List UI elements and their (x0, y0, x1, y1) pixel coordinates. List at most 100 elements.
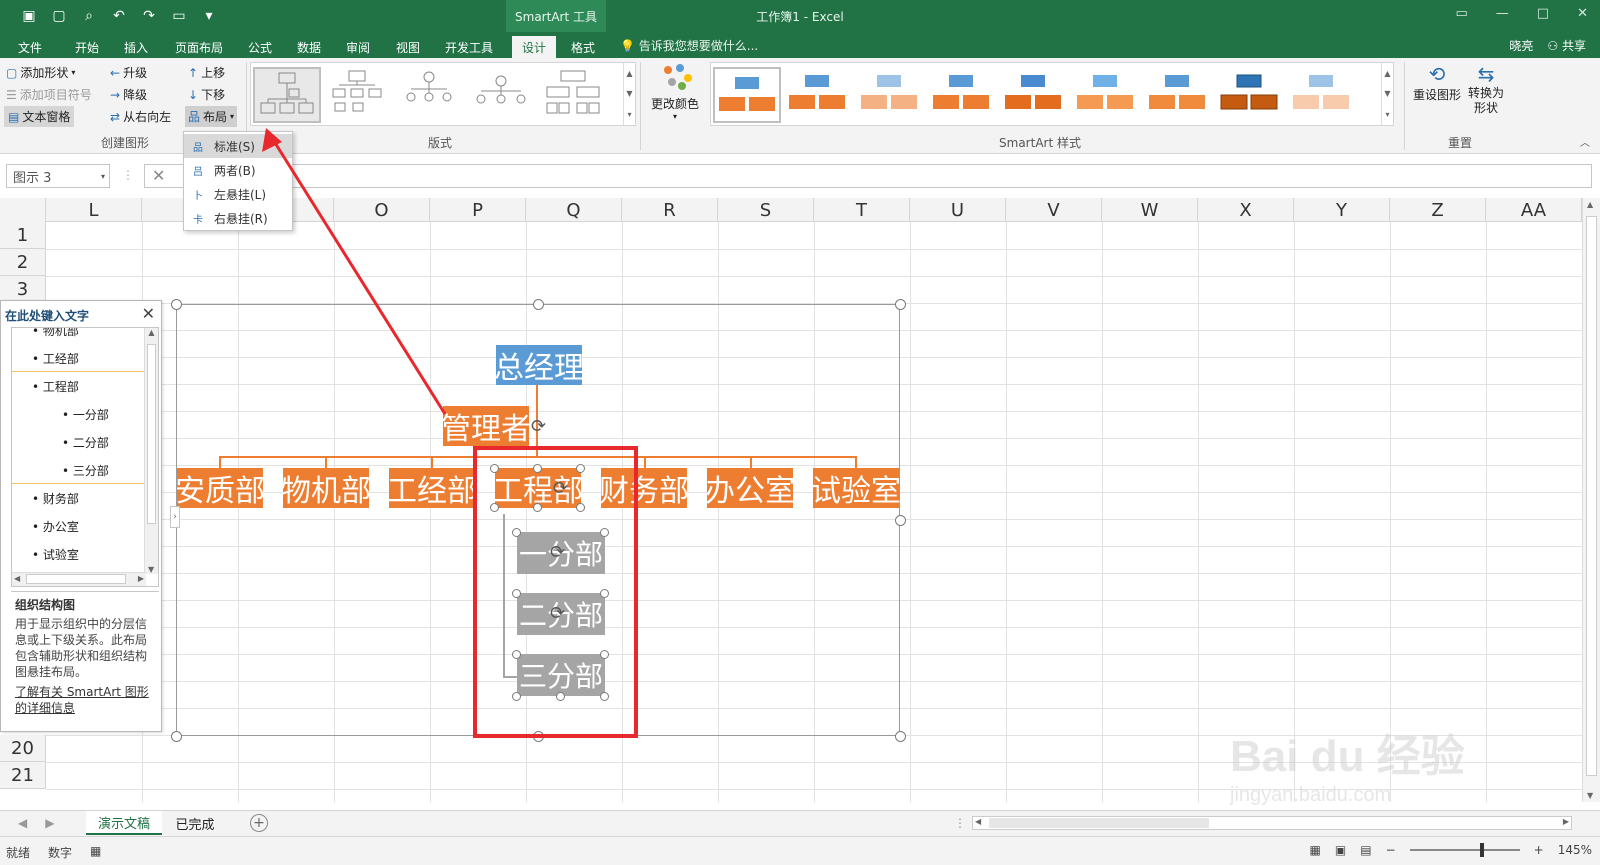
layout-thumb-table-hierarchy[interactable] (541, 67, 609, 123)
zoom-out-button[interactable]: − (1386, 843, 1396, 857)
list-item[interactable]: • 试验室 (32, 546, 79, 563)
learn-more-link[interactable]: 了解有关 SmartArt 图形的详细信息 (15, 684, 155, 716)
layout-button[interactable]: 品布局 ▾ (185, 106, 238, 127)
text-pane-hscroll[interactable]: ◀ ▶ (12, 572, 146, 586)
scroll-down-icon[interactable]: ▼ (1384, 89, 1390, 98)
splitter-grip-icon[interactable]: ⋮ (954, 816, 966, 830)
text-pane-list[interactable]: • 物机部 • 工经部 • 工程部 • 一分部 • 二分部 • 三分部 • 财务… (11, 327, 159, 587)
normal-view-icon[interactable]: ▦ (1310, 843, 1321, 857)
scroll-up-icon[interactable]: ▲ (145, 328, 158, 337)
smartart-node-top[interactable]: 总经理 (494, 345, 584, 386)
row-header[interactable]: 20 (0, 735, 46, 762)
collapse-ribbon-icon[interactable]: ︿ (1580, 134, 1590, 149)
layout-thumb-circle-picture[interactable] (469, 67, 537, 123)
close-icon[interactable]: ✕ (142, 304, 155, 323)
change-colors-button[interactable]: 更改颜色 ▾ (646, 62, 704, 128)
customize-qat-icon[interactable]: ▾ (198, 6, 220, 26)
resize-handle[interactable] (533, 299, 544, 310)
list-item[interactable]: • 三分部 (62, 462, 109, 479)
layout-menu-item-left-hanging[interactable]: 卜左悬挂(L) (184, 182, 292, 206)
layout-thumb-org-chart[interactable] (253, 67, 321, 123)
rotate-handle-icon[interactable]: ⟳ (531, 416, 546, 437)
open-folder-icon[interactable]: ▭ (168, 6, 190, 26)
style-thumb[interactable] (1001, 67, 1069, 123)
smartart-node-dept[interactable]: 办公室 (705, 468, 795, 509)
scroll-right-icon[interactable]: ▶ (1563, 817, 1569, 826)
formula-input[interactable] (144, 164, 1592, 188)
vertical-scrollbar[interactable]: ▲ ▼ (1582, 198, 1600, 802)
scroll-down-icon[interactable]: ▼ (148, 565, 154, 574)
undo-icon[interactable]: ↶ (108, 6, 130, 26)
column-header[interactable]: X (1198, 198, 1294, 222)
reset-graphic-button[interactable]: ⟲ 重设图形 (1410, 62, 1464, 128)
column-header[interactable]: W (1102, 198, 1198, 222)
resize-handle[interactable] (895, 515, 906, 526)
new-file-icon[interactable]: ▢ (48, 6, 70, 26)
smartart-node-dept[interactable]: 物机部 (281, 468, 371, 509)
name-box[interactable]: 图示 3 ▾ (6, 164, 110, 188)
zoom-slider-knob[interactable] (1479, 843, 1484, 857)
scrollbar-thumb[interactable] (989, 818, 1209, 828)
more-icon[interactable]: ▾ (1385, 110, 1389, 119)
smartart-node-assistant[interactable]: 管理者 (441, 406, 531, 447)
scroll-left-icon[interactable]: ◀ (975, 817, 981, 826)
list-item[interactable]: • 一分部 (62, 406, 109, 423)
column-header[interactable]: Y (1294, 198, 1390, 222)
tab-design[interactable]: 设计 (512, 36, 556, 58)
column-header[interactable]: L (46, 198, 142, 222)
scroll-down-icon[interactable]: ▼ (626, 89, 632, 98)
tab-data[interactable]: 数据 (286, 36, 332, 58)
sheet-tab[interactable]: 已完成 (164, 811, 226, 835)
layout-menu-item-standard[interactable]: 品标准(S) (184, 134, 292, 158)
style-thumb[interactable] (1289, 67, 1357, 123)
list-item[interactable]: • 办公室 (32, 518, 79, 535)
convert-to-shape-button[interactable]: ⇆ 转换为形状 (1464, 62, 1508, 132)
cancel-icon[interactable]: ✕ (152, 166, 165, 185)
text-pane-toggle[interactable]: › (170, 506, 180, 528)
layout-menu-item-both[interactable]: 吕两者(B) (184, 158, 292, 182)
list-item[interactable]: • 二分部 (62, 434, 109, 451)
tab-file[interactable]: 文件 (10, 36, 50, 58)
row-header[interactable]: 1 (0, 222, 46, 249)
ribbon-display-icon[interactable]: ▭ (1456, 6, 1468, 21)
user-name[interactable]: 晓亮 (1509, 37, 1533, 54)
style-thumb[interactable] (1217, 67, 1285, 123)
layout-menu-item-right-hanging[interactable]: 卡右悬挂(R) (184, 206, 292, 230)
demote-button[interactable]: → 降级 (110, 86, 147, 103)
scroll-down-icon[interactable]: ▼ (1587, 791, 1593, 800)
maximize-icon[interactable]: □ (1537, 6, 1549, 21)
scrollbar-thumb[interactable] (26, 574, 126, 584)
style-thumb[interactable] (1073, 67, 1141, 123)
column-header[interactable]: O (334, 198, 430, 222)
column-header[interactable]: Z (1390, 198, 1486, 222)
minimize-icon[interactable]: — (1496, 6, 1509, 21)
promote-button[interactable]: ← 升级 (110, 64, 147, 81)
style-thumb[interactable] (929, 67, 997, 123)
column-header[interactable]: AA (1486, 198, 1582, 222)
tab-formulas[interactable]: 公式 (238, 36, 282, 58)
page-layout-view-icon[interactable]: ▣ (1335, 843, 1346, 857)
scroll-right-icon[interactable]: ▶ (138, 574, 144, 583)
tab-home[interactable]: 开始 (64, 36, 110, 58)
scroll-up-icon[interactable]: ▲ (1587, 200, 1593, 209)
column-header[interactable]: S (718, 198, 814, 222)
tab-insert[interactable]: 插入 (114, 36, 158, 58)
row-header[interactable]: 21 (0, 762, 46, 789)
move-down-button[interactable]: ↓ 下移 (188, 86, 225, 103)
next-sheet-icon[interactable]: ▶ (45, 816, 54, 830)
save-icon[interactable]: ▣ (18, 6, 40, 26)
tab-developer[interactable]: 开发工具 (438, 36, 500, 58)
resize-handle[interactable] (171, 299, 182, 310)
zoom-level[interactable]: 145% (1558, 843, 1592, 857)
redo-icon[interactable]: ↷ (138, 6, 160, 26)
tab-review[interactable]: 审阅 (336, 36, 380, 58)
zoom-slider[interactable] (1409, 843, 1520, 857)
add-sheet-button[interactable]: + (250, 814, 268, 832)
smartart-node-dept[interactable]: 试验室 (811, 468, 901, 509)
resize-handle[interactable] (171, 731, 182, 742)
tab-view[interactable]: 视图 (386, 36, 430, 58)
column-header[interactable]: U (910, 198, 1006, 222)
add-shape-button[interactable]: ▢ 添加形状 ▾ (6, 64, 75, 81)
style-thumb[interactable] (785, 67, 853, 123)
smartart-node-dept[interactable]: 工经部 (387, 468, 477, 509)
